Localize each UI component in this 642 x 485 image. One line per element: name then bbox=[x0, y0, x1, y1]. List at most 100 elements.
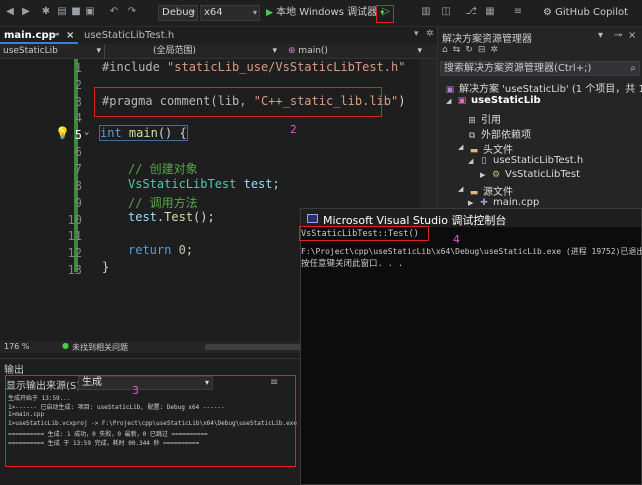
annotation-box-1 bbox=[376, 5, 394, 23]
tree-item-source-files[interactable]: ▬ 源文件 bbox=[468, 183, 513, 198]
tab-main-cpp[interactable]: main.cpp ⊸ × bbox=[0, 28, 78, 44]
copilot-button[interactable]: ⚙ GitHub Copilot bbox=[543, 4, 628, 22]
tree-item-class[interactable]: ⚙ VsStaticLibTest bbox=[490, 169, 580, 180]
solution-explorer-title: 解决方案资源管理器 bbox=[442, 34, 532, 45]
redo-icon[interactable]: ↷ bbox=[126, 6, 138, 18]
code-line-1: #include "staticLib_use/VsStaticLibTest.… bbox=[102, 60, 406, 74]
save-all-icon[interactable]: ▣ bbox=[84, 6, 96, 18]
tree-item-external-deps[interactable]: ⧉ 外部依赖项 bbox=[466, 126, 531, 141]
tree-item-label: 引用 bbox=[481, 115, 501, 126]
copilot-icon: ⚙ bbox=[543, 7, 552, 18]
line-number: 7 bbox=[74, 162, 82, 176]
code-line-5: int main() { bbox=[99, 125, 188, 141]
collapse-icon[interactable]: ⌄ bbox=[84, 127, 89, 137]
expand-icon[interactable]: ◢ bbox=[446, 97, 451, 105]
window-icon[interactable]: ◫ bbox=[440, 6, 452, 18]
tree-item-label: useStaticLibTest.h bbox=[493, 155, 584, 166]
code-line-7: // 创建对象 bbox=[128, 162, 198, 176]
line-number: 11 bbox=[67, 229, 82, 243]
collapse-arrow-icon[interactable]: ▶ bbox=[468, 199, 473, 207]
settings-icon[interactable]: ✲ bbox=[426, 29, 434, 39]
tree-item-header-file[interactable]: ▯ useStaticLibTest.h bbox=[478, 155, 584, 166]
check-icon: ● bbox=[62, 341, 69, 350]
platform-select[interactable]: x64 ▾ bbox=[200, 5, 260, 21]
git-icon[interactable]: ⎇ bbox=[465, 6, 477, 18]
tree-item-header-files[interactable]: ▬ 头文件 bbox=[468, 141, 513, 156]
line-number: 12 bbox=[67, 246, 82, 260]
chevron-down-icon: ▾ bbox=[417, 46, 422, 56]
annotation-box-output bbox=[5, 375, 296, 467]
home-icon[interactable]: ⌂ bbox=[442, 45, 453, 55]
sync-icon[interactable]: ⇆ bbox=[453, 45, 466, 55]
debug-console-window[interactable]: Microsoft Visual Studio 调试控制台 VsStaticLi… bbox=[299, 208, 642, 485]
issues-status[interactable]: 未找到相关问题 bbox=[72, 342, 128, 353]
code-line-9: // 调用方法 bbox=[128, 196, 198, 210]
tab-label: main.cpp bbox=[4, 30, 56, 41]
tree-item-label: useStaticLib bbox=[471, 95, 541, 106]
search-placeholder: 搜索解决方案资源管理器(Ctrl+;) bbox=[444, 63, 592, 74]
console-line: F:\Project\cpp\useStaticLib\x64\Debug\us… bbox=[301, 247, 642, 256]
main-toolbar: ◀ ▶ ✱ ▤ ■ ▣ ↶ ↷ Debug ▾ x64 ▾ ▶ 本地 Windo… bbox=[0, 0, 642, 27]
start-debug-button[interactable]: ▶ 本地 Windows 调试器 ▾ bbox=[266, 4, 384, 22]
tree-item-label: 外部依赖项 bbox=[481, 130, 531, 141]
tab-usestaticlibtest-h[interactable]: useStaticLibTest.h bbox=[80, 28, 180, 44]
solution-explorer-toolbar[interactable]: ⌂⇆↻⊟✲ bbox=[442, 45, 638, 58]
line-number: 9 bbox=[74, 196, 82, 210]
chevron-down-icon: ▾ bbox=[272, 46, 277, 56]
tab-label: useStaticLibTest.h bbox=[84, 30, 175, 41]
expand-icon[interactable]: ◢ bbox=[468, 157, 473, 165]
expand-icon[interactable]: ◢ bbox=[458, 143, 463, 151]
play-icon: ▶ bbox=[266, 8, 273, 18]
undo-icon[interactable]: ↶ bbox=[108, 6, 120, 18]
line-number: 2 bbox=[74, 78, 82, 92]
collapse-all-icon[interactable]: ⊟ bbox=[478, 45, 491, 55]
chevron-down-icon: ▾ bbox=[190, 8, 195, 17]
collapse-arrow-icon[interactable]: ▶ bbox=[480, 171, 485, 179]
lightbulb-icon[interactable]: 💡 bbox=[55, 126, 70, 140]
tree-item-main-cpp[interactable]: ✚ main.cpp bbox=[478, 197, 539, 208]
layout-icon[interactable]: ▦ bbox=[484, 6, 496, 18]
editor-nav-bar: useStaticLib ▾ (全局范围) ▾ ⊕ main() ▾ bbox=[0, 44, 437, 59]
pin-icon[interactable]: ⊸ bbox=[614, 30, 622, 41]
close-icon[interactable]: × bbox=[66, 28, 74, 43]
tree-item-references[interactable]: ⊞ 引用 bbox=[466, 111, 501, 126]
member-select[interactable]: ⊕ main() ▾ bbox=[285, 45, 425, 58]
tree-item-label: 解决方案 'useStaticLib' (1 个项目，共 1 个 bbox=[459, 84, 642, 95]
refresh-icon[interactable]: ↻ bbox=[465, 45, 478, 55]
tree-item-solution[interactable]: ▣ 解决方案 'useStaticLib' (1 个项目，共 1 个 bbox=[444, 80, 642, 95]
save-icon[interactable]: ■ bbox=[70, 6, 82, 18]
solution-explorer-search[interactable]: 搜索解决方案资源管理器(Ctrl+;) ⌕ bbox=[440, 61, 640, 76]
forward-icon[interactable]: ▶ bbox=[20, 6, 32, 18]
member-value: main() bbox=[298, 46, 328, 56]
expand-icon[interactable]: ◢ bbox=[458, 185, 463, 193]
tree-item-label: main.cpp bbox=[493, 197, 540, 208]
line-number: 4 bbox=[74, 111, 82, 125]
close-icon[interactable]: × bbox=[628, 30, 636, 41]
copilot-label: GitHub Copilot bbox=[555, 7, 629, 18]
project-select[interactable]: useStaticLib ▾ bbox=[0, 45, 105, 58]
back-icon[interactable]: ◀ bbox=[4, 6, 16, 18]
tab-list-icon[interactable]: ▾ bbox=[414, 29, 419, 39]
line-number: 8 bbox=[74, 179, 82, 193]
open-folder-icon[interactable]: ▤ bbox=[56, 6, 68, 18]
new-project-icon[interactable]: ✱ bbox=[40, 6, 52, 18]
pin-icon[interactable]: ⊸ bbox=[52, 28, 60, 43]
toolbox-icon[interactable]: ▥ bbox=[420, 6, 432, 18]
scope-select[interactable]: (全局范围) ▾ bbox=[150, 45, 280, 58]
code-line-10: test.Test(); bbox=[128, 210, 215, 224]
settings-icon[interactable]: ✲ bbox=[490, 45, 503, 55]
annotation-2: 2 bbox=[290, 123, 297, 136]
tree-item-project[interactable]: ▣ useStaticLib bbox=[456, 95, 541, 106]
line-number: 13 bbox=[67, 263, 82, 277]
chevron-down-icon: ▾ bbox=[96, 46, 101, 56]
project-value: useStaticLib bbox=[3, 46, 58, 56]
external-deps-icon: ⧉ bbox=[468, 131, 476, 141]
options-icon[interactable]: ▾ bbox=[598, 30, 603, 41]
references-icon: ⊞ bbox=[468, 116, 476, 126]
config-select[interactable]: Debug ▾ bbox=[158, 5, 198, 21]
comment-icon[interactable]: ≡ bbox=[512, 6, 524, 18]
zoom-level[interactable]: 176 % bbox=[4, 342, 29, 351]
start-debug-label: 本地 Windows 调试器 bbox=[276, 7, 378, 18]
annotation-box-console bbox=[299, 226, 429, 241]
method-icon: ⊕ bbox=[288, 46, 296, 56]
